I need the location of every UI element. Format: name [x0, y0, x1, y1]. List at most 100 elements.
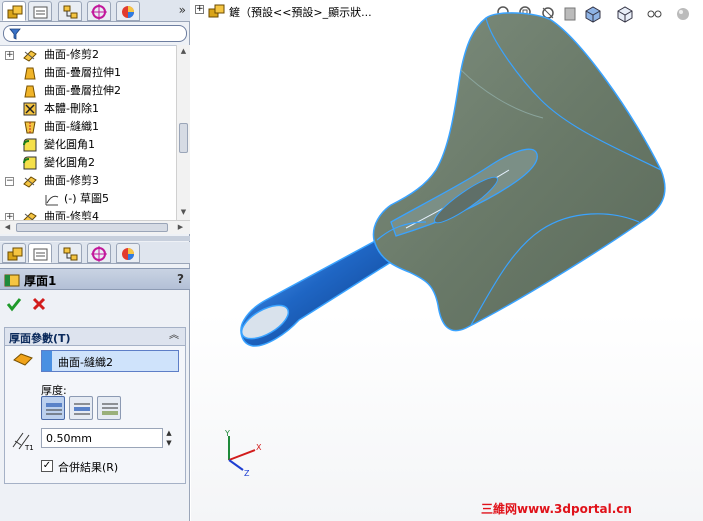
coordinate-triad: Y X Z — [224, 429, 262, 478]
tree-item-surface-trim3[interactable]: − 曲面-修剪3 — [0, 172, 176, 190]
shovel-handle[interactable] — [236, 239, 393, 347]
tree-item-label: 曲面-修剪2 — [44, 48, 99, 61]
svg-text:T1: T1 — [24, 444, 34, 451]
tree-item-label: 曲面-修剪4 — [44, 210, 99, 220]
thickness-input[interactable]: 0.50mm — [41, 428, 163, 448]
thicken-side2-button[interactable] — [97, 396, 121, 420]
thicken-side1-button[interactable] — [41, 396, 65, 420]
spin-down-arrow[interactable]: ▼ — [163, 438, 175, 448]
x-axis-label: X — [256, 443, 262, 452]
configurationmanager-tab-icon — [63, 5, 78, 19]
surface-trim-icon — [23, 176, 37, 188]
propertymanager-tab[interactable] — [28, 243, 52, 263]
configurationmanager-tab[interactable] — [58, 1, 82, 21]
z-axis — [228, 459, 244, 471]
featuremanager-tab-icon — [7, 5, 23, 19]
configurationmanager-tab[interactable] — [58, 243, 82, 263]
thicken-side2-icon — [102, 403, 118, 415]
tree-vertical-scrollbar[interactable]: ▲ ▼ — [176, 45, 190, 220]
sketch-icon — [45, 195, 59, 206]
tree-item-variable-fillet2[interactable]: 變化圓角2 — [0, 154, 176, 172]
graphics-viewport[interactable]: + 鏟（預設<<預設>_顯示狀... Y X Z 三維网www.3dportal… — [191, 0, 703, 521]
help-button[interactable]: ? — [177, 272, 184, 286]
tree-item-surface-knit1[interactable]: 曲面-縫織1 — [0, 118, 176, 136]
feature-tree: + 曲面-修剪2 曲面-疊層拉伸1 曲面-疊層拉伸2 本體-刪除1 曲面-縫織1 — [0, 45, 176, 220]
thicken-feature-icon — [4, 274, 20, 287]
tree-expander[interactable]: + — [5, 213, 14, 220]
tree-item-label: 曲面-疊層拉伸1 — [44, 66, 121, 79]
tree-item-label: 變化圓角2 — [44, 156, 95, 169]
spin-up-arrow[interactable]: ▲ — [163, 428, 175, 438]
tree-item-variable-fillet1[interactable]: 變化圓角1 — [0, 136, 176, 154]
displaymanager-tab-icon — [122, 248, 134, 260]
tree-collapser[interactable]: − — [5, 177, 14, 186]
shovel-model[interactable] — [191, 0, 703, 521]
propertymanager-title: 厚面1 — [24, 274, 57, 288]
scroll-up-arrow[interactable]: ▲ — [177, 45, 190, 58]
surface-trim-icon — [23, 50, 37, 62]
variable-fillet-icon — [23, 138, 37, 152]
displaymanager-tab[interactable] — [116, 243, 140, 263]
selected-surface: 曲面-縫織2 — [58, 356, 113, 369]
surface-selection-icon — [13, 353, 33, 366]
tree-item-label: 曲面-修剪3 — [44, 174, 99, 187]
tree-item-surface-trim2[interactable]: + 曲面-修剪2 — [0, 46, 176, 64]
tree-expander[interactable]: + — [5, 51, 14, 60]
tree-item-body-delete1[interactable]: 本體-刪除1 — [0, 100, 176, 118]
ok-checkmark-icon[interactable] — [6, 296, 22, 312]
surface-trim-icon — [23, 212, 37, 220]
expand-panel-button[interactable]: » — [179, 3, 186, 17]
solidworks-window: » + 曲面-修剪2 曲面-疊層拉伸1 曲面-疊層拉伸2 本體-刪除1 曲面-縫… — [0, 0, 703, 521]
scroll-thumb[interactable] — [16, 223, 168, 232]
thicken-parameters-group: 厚面參數(T) ︽ 曲面-縫織2 厚度: T1 0.50mm ▲ ▼ ✓ 合併結… — [4, 327, 186, 484]
surface-loft-icon — [24, 85, 36, 98]
tree-item-label: (-) 草圖5 — [64, 192, 110, 205]
thicken-side1-icon — [46, 403, 62, 415]
thicken-both-sides-icon — [74, 403, 90, 415]
displaymanager-tab-icon — [122, 6, 134, 18]
filter-icon — [9, 28, 21, 40]
dimxpert-tab[interactable] — [87, 243, 111, 263]
scroll-thumb[interactable] — [179, 123, 188, 153]
dimxpert-tab-icon — [91, 4, 107, 20]
tree-horizontal-scrollbar[interactable]: ◀ ▶ — [0, 220, 190, 234]
group-title: 厚面參數(T) — [9, 332, 71, 345]
tree-item-surface-loft1[interactable]: 曲面-疊層拉伸1 — [0, 64, 176, 82]
z-axis-label: Z — [244, 469, 250, 478]
surface-loft-icon — [24, 67, 36, 80]
pane-splitter[interactable] — [0, 236, 190, 241]
tree-item-surface-trim4[interactable]: + 曲面-修剪4 — [0, 208, 176, 220]
group-header[interactable]: 厚面參數(T) ︽ — [5, 328, 185, 346]
propertymanager-header: 厚面1 ? — [0, 268, 190, 290]
thicken-both-sides-button[interactable] — [69, 396, 93, 420]
cancel-x-icon[interactable] — [31, 296, 47, 312]
thickness-dimension-icon: T1 — [12, 432, 34, 451]
body-delete-icon — [23, 102, 37, 116]
collapse-chevron-icon[interactable]: ︽ — [167, 329, 181, 343]
featuremanager-tab[interactable] — [2, 1, 26, 21]
tree-filter-row — [0, 23, 190, 45]
propertymanager-tab[interactable] — [28, 1, 52, 21]
scroll-right-arrow[interactable]: ▶ — [174, 221, 187, 234]
displaymanager-tab[interactable] — [116, 1, 140, 21]
dimxpert-tab-icon — [91, 246, 107, 262]
x-axis — [228, 449, 256, 461]
tree-filter-input[interactable] — [3, 25, 187, 42]
thickness-value: 0.50mm — [46, 432, 92, 445]
dimxpert-tab[interactable] — [87, 1, 111, 21]
scroll-left-arrow[interactable]: ◀ — [1, 221, 14, 234]
configurationmanager-tab-icon — [63, 247, 78, 261]
tree-item-sketch5[interactable]: (-) 草圖5 — [0, 190, 176, 208]
selection-color-swatch — [42, 351, 52, 371]
featuremanager-tab[interactable] — [2, 243, 26, 263]
shovel-blade[interactable] — [372, 12, 666, 332]
variable-fillet-icon — [23, 156, 37, 170]
merge-result-checkbox[interactable]: ✓ — [41, 460, 53, 472]
surface-selection-box[interactable]: 曲面-縫織2 — [41, 350, 179, 372]
tree-item-label: 曲面-縫織1 — [44, 120, 99, 133]
manager-tabbar: » — [0, 0, 190, 22]
scroll-down-arrow[interactable]: ▼ — [177, 206, 190, 219]
tree-item-surface-loft2[interactable]: 曲面-疊層拉伸2 — [0, 82, 176, 100]
thickness-spinner[interactable]: ▲ ▼ — [163, 428, 175, 448]
propertymanager-tab-icon — [33, 6, 48, 19]
